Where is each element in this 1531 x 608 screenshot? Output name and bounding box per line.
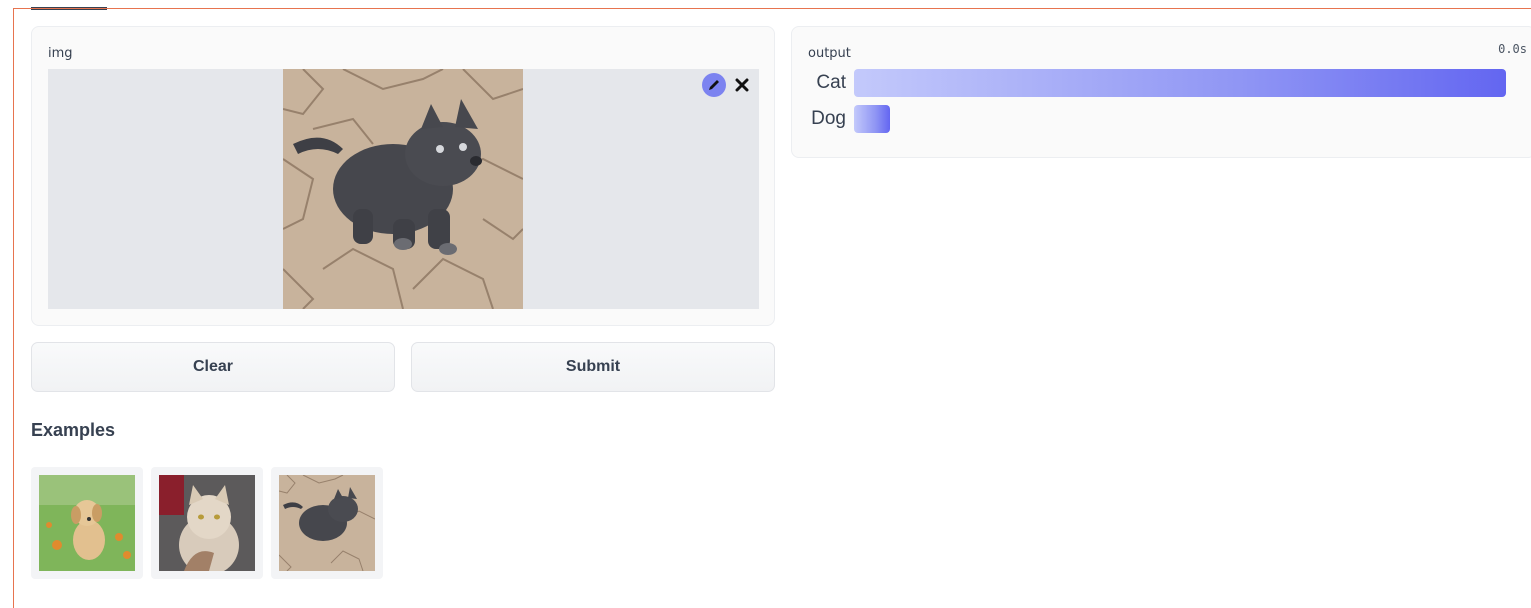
prediction-row-cat: Cat — [808, 69, 1506, 97]
elapsed-timer: 0.0s — [1498, 42, 1527, 56]
example-item[interactable] — [31, 467, 143, 579]
example-image-gray-kitten — [279, 475, 375, 571]
example-image-puppy — [39, 475, 135, 571]
prediction-row-dog: Dog — [808, 105, 1506, 133]
submit-button[interactable]: Submit — [411, 342, 775, 392]
image-preview[interactable] — [48, 69, 759, 309]
prediction-label: Cat — [816, 72, 846, 93]
example-item[interactable] — [271, 467, 383, 579]
confidence-track — [854, 105, 1506, 133]
examples-heading: Examples — [31, 420, 116, 440]
uploaded-image — [283, 69, 523, 309]
image-input-panel: img — [31, 26, 775, 326]
confidence-bar-dog — [854, 105, 890, 133]
example-image-cat — [159, 475, 255, 571]
label-output-panel: output 0.0s Cat Dog — [791, 26, 1531, 158]
clear-image-button[interactable] — [730, 73, 754, 97]
prediction-label: Dog — [811, 108, 846, 129]
input-label: img — [48, 46, 73, 61]
close-icon — [735, 78, 749, 92]
output-label: output — [808, 46, 851, 61]
confidence-bar-cat — [854, 69, 1506, 97]
clear-button[interactable]: Clear — [31, 342, 395, 392]
pencil-icon — [709, 80, 719, 90]
example-item[interactable] — [151, 467, 263, 579]
edit-image-button[interactable] — [702, 73, 726, 97]
confidence-track — [854, 69, 1506, 97]
